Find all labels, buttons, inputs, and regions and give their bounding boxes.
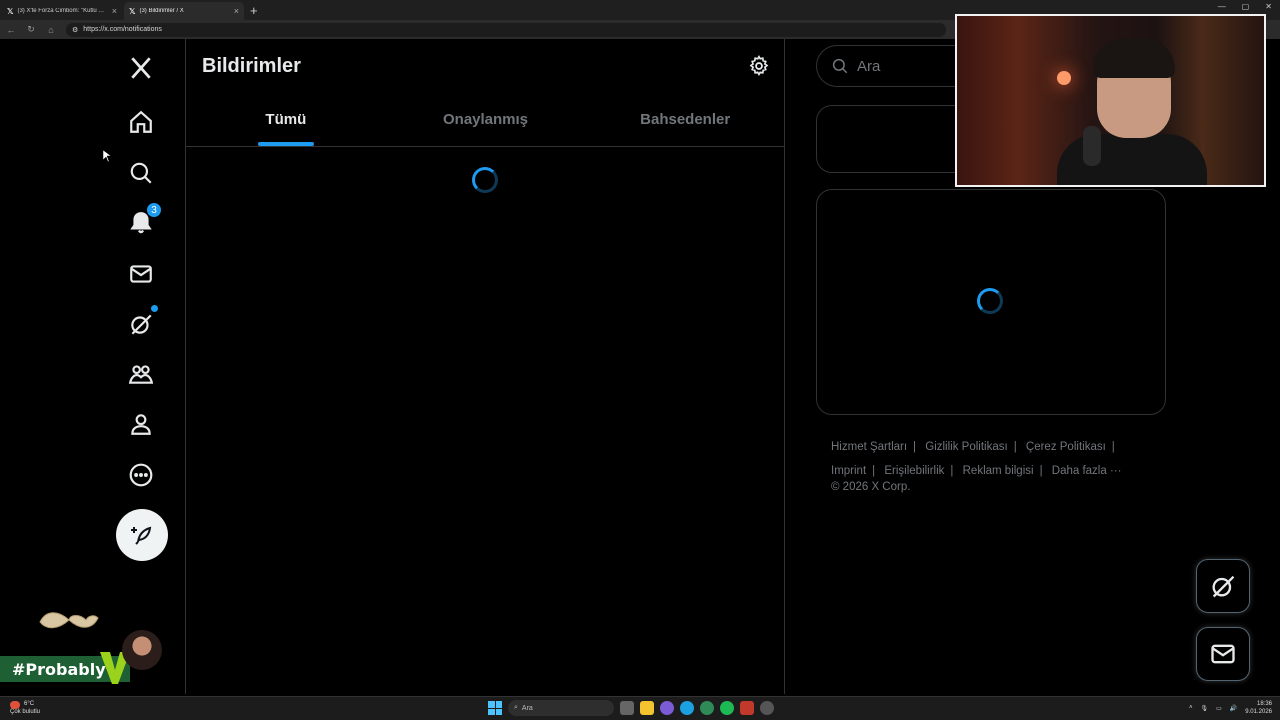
reload-icon[interactable]: ↻: [26, 24, 36, 35]
edge-icon[interactable]: [680, 701, 694, 715]
x-favicon-icon: 𝕏: [129, 6, 136, 16]
footer-link-more[interactable]: Daha fazla ···: [1052, 465, 1122, 477]
taskbar-apps: ⌕ Ara: [488, 700, 774, 716]
avatar[interactable]: [122, 630, 162, 670]
x-favicon-icon: 𝕏: [7, 6, 14, 16]
copyright: © 2026 X Corp.: [831, 481, 911, 493]
footer-link[interactable]: Reklam bilgisi: [963, 465, 1034, 477]
grok-float-button[interactable]: [1196, 559, 1250, 613]
url-text: https://x.com/notifications: [83, 26, 162, 33]
unread-dot: [151, 305, 158, 312]
browser-tab[interactable]: 𝕏 (3) X'te Forza Cimbom: "Kutlu Akşı ×: [2, 2, 122, 20]
tab-title: (3) Bildirimler / X: [139, 8, 184, 14]
search-icon[interactable]: [126, 158, 156, 188]
task-view-icon[interactable]: [620, 701, 634, 715]
spotify-icon[interactable]: [720, 701, 734, 715]
bell-icon[interactable]: 3: [126, 202, 162, 238]
weather-desc: Çok bulutlu: [10, 709, 41, 715]
post-button[interactable]: [116, 509, 168, 561]
weather-widget[interactable]: 6°C Çok bulutlu: [10, 700, 40, 716]
app-icon[interactable]: [700, 701, 714, 715]
tab-mentions[interactable]: Bahsedenler: [585, 93, 785, 146]
mail-icon[interactable]: [126, 259, 156, 289]
minimize-icon[interactable]: —: [1218, 2, 1226, 11]
taskbar-search[interactable]: ⌕ Ara: [508, 700, 614, 716]
tab-all[interactable]: Tümü: [186, 93, 386, 146]
close-icon[interactable]: ×: [112, 6, 117, 16]
mouse-cursor-icon: [103, 150, 111, 162]
url-field[interactable]: ⚙ https://x.com/notifications: [66, 22, 946, 37]
grok-icon[interactable]: [126, 305, 158, 339]
app-icon[interactable]: [740, 701, 754, 715]
notifications-column: Bildirimler Tümü Onaylanmış Bahsedenler: [186, 39, 785, 694]
footer-link[interactable]: Imprint: [831, 465, 866, 477]
streamer-hair: [1093, 38, 1175, 78]
notification-badge: 3: [146, 202, 162, 218]
clock[interactable]: 18:36 9.01.2026: [1245, 700, 1272, 716]
search-icon: [832, 58, 848, 74]
home-browser-icon[interactable]: ⌂: [46, 25, 56, 35]
network-icon[interactable]: ▭: [1216, 705, 1222, 712]
maximize-icon[interactable]: ▢: [1242, 2, 1250, 11]
app-icon[interactable]: [660, 701, 674, 715]
settings-gear-icon[interactable]: [748, 55, 770, 77]
search-icon: ⌕: [514, 704, 518, 711]
browser-tab-active[interactable]: 𝕏 (3) Bildirimler / X ×: [124, 2, 244, 20]
lamp: [1057, 71, 1071, 85]
page-title: Bildirimler: [202, 55, 301, 77]
taskbar-search-label: Ara: [521, 704, 533, 712]
loading-spinner: [472, 167, 498, 193]
site-info-icon[interactable]: ⚙: [72, 26, 78, 34]
windows-start-icon[interactable]: [488, 701, 502, 715]
footer-link[interactable]: Çerez Politikası: [1026, 441, 1106, 453]
webcam-overlay: [955, 14, 1266, 187]
microphone: [1083, 126, 1101, 166]
system-tray: ˄ 🎙 ▭ 🔊 18:36 9.01.2026: [1189, 700, 1272, 716]
dragon-logo: [39, 612, 99, 629]
close-icon[interactable]: ×: [234, 6, 239, 16]
weather-icon: [10, 701, 20, 709]
trends-card: [816, 189, 1166, 415]
back-icon[interactable]: ←: [6, 25, 16, 35]
loading-spinner: [977, 288, 1003, 314]
person-icon[interactable]: [126, 409, 156, 439]
footer-link[interactable]: Erişilebilirlik: [884, 465, 944, 477]
window-close-icon[interactable]: ✕: [1265, 2, 1272, 11]
search-placeholder: Ara: [857, 57, 881, 75]
window-controls: — ▢ ✕: [1218, 2, 1272, 11]
clock-time: 18:36: [1256, 701, 1272, 707]
new-tab-button[interactable]: +: [250, 2, 258, 20]
feather-plus-icon: [131, 526, 152, 545]
footer-links: Hizmet Şartları | Gizlilik Politikası | Çe…: [831, 441, 1122, 477]
microphone-icon[interactable]: 🎙: [1201, 705, 1209, 712]
chevron-up-icon[interactable]: ˄: [1189, 705, 1193, 711]
left-nav: 3: [0, 39, 186, 694]
clock-date: 9.01.2026: [1245, 709, 1272, 715]
people-icon[interactable]: [126, 359, 156, 389]
streamer-body: [1057, 134, 1207, 185]
more-icon[interactable]: [126, 460, 156, 490]
app-icon[interactable]: [760, 701, 774, 715]
file-explorer-icon[interactable]: [640, 701, 654, 715]
grok-icon: [1212, 575, 1235, 598]
volume-icon[interactable]: 🔊: [1230, 705, 1237, 712]
footer-link[interactable]: Hizmet Şartları: [831, 441, 907, 453]
tab-title: (3) X'te Forza Cimbom: "Kutlu Akşı: [17, 8, 108, 14]
home-icon[interactable]: [126, 107, 156, 137]
footer-link[interactable]: Gizlilik Politikası: [925, 441, 1007, 453]
tab-verified[interactable]: Onaylanmış: [386, 93, 586, 146]
messages-float-button[interactable]: [1196, 627, 1250, 681]
windows-taskbar: 6°C Çok bulutlu ⌕ Ara ˄ 🎙 ▭ 🔊 18:36 9.01…: [0, 696, 1280, 720]
mail-icon: [1211, 644, 1235, 664]
notification-tabs: Tümü Onaylanmış Bahsedenler: [186, 93, 785, 147]
x-logo-icon[interactable]: [126, 53, 156, 83]
